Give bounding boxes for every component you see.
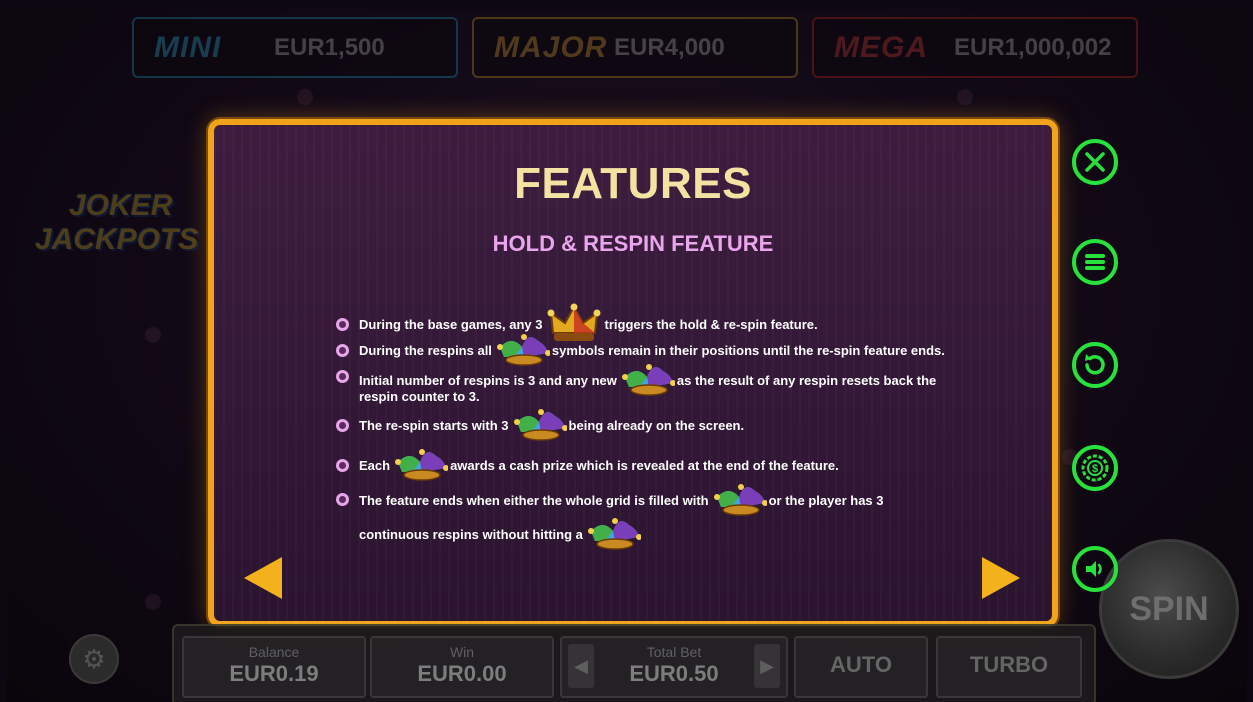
spin-button[interactable]: SPIN xyxy=(1099,539,1239,679)
win-panel: Win EUR0.00 xyxy=(370,636,554,698)
list-item: The re-spin starts with 3 being already … xyxy=(336,408,744,442)
bullet-text: triggers the hold & re-spin feature. xyxy=(604,316,818,332)
spin-label: SPIN xyxy=(1129,589,1209,628)
jester-hat-icon xyxy=(713,484,767,516)
bullet-text: symbols remain in their positions until … xyxy=(551,342,945,358)
total-bet-value: EUR0.50 xyxy=(629,661,719,686)
menu-icon xyxy=(1085,254,1105,270)
settings-button[interactable]: ⚙ xyxy=(69,634,119,684)
balance-panel: Balance EUR0.19 xyxy=(182,636,366,698)
bullet-text: or the player has 3 xyxy=(768,492,884,508)
bottom-bar: Balance EUR0.19 Win EUR0.00 ◀ Total Bet … xyxy=(172,624,1096,702)
bullet-text-block: Initial number of respins is 3 and any n… xyxy=(359,363,936,404)
list-item: Each awards a cash prize which is reveal… xyxy=(336,448,839,482)
jester-hat-icon xyxy=(513,409,567,441)
history-icon xyxy=(1085,354,1105,375)
chevron-left-icon: ◀ xyxy=(574,655,588,676)
auto-button[interactable]: AUTO xyxy=(794,636,928,698)
bullet-text: as the result of any respin resets back … xyxy=(676,372,937,388)
total-bet-label: Total Bet xyxy=(646,644,702,660)
bullet-text: The feature ends when either the whole g… xyxy=(359,492,709,508)
list-item: The feature ends when either the whole g… xyxy=(336,483,884,551)
jester-hat-icon xyxy=(395,449,449,481)
sound-button[interactable] xyxy=(1072,546,1118,592)
close-icon xyxy=(1085,152,1105,172)
turbo-button[interactable]: TURBO xyxy=(936,636,1082,698)
coin-button[interactable]: $ xyxy=(1072,445,1118,491)
history-button[interactable] xyxy=(1072,342,1118,388)
bullet-text: During the base games, any 3 xyxy=(359,316,543,332)
win-value: EUR0.00 xyxy=(417,661,507,686)
next-page-arrow[interactable] xyxy=(982,557,1020,599)
list-item: During the respins all symbols remain in… xyxy=(336,333,945,367)
bullet-text: The re-spin starts with 3 xyxy=(359,417,509,433)
game-stage: MINI EUR1,500 MAJOR EUR4,000 MEGA EUR1,0… xyxy=(7,9,1247,702)
bullet-text: Initial number of respins is 3 and any n… xyxy=(359,372,617,388)
bullet-text-block: The feature ends when either the whole g… xyxy=(359,483,884,551)
bullet-dot-icon xyxy=(336,343,349,357)
jester-hat-icon xyxy=(496,334,550,366)
increase-bet-button[interactable]: ▶ xyxy=(754,644,780,688)
features-dialog: FEATURES HOLD & RESPIN FEATURE During th… xyxy=(208,119,1058,627)
bullet-dot-icon xyxy=(336,370,349,383)
balance-label: Balance xyxy=(248,644,300,660)
previous-page-arrow[interactable] xyxy=(244,557,282,599)
bullet-text: awards a cash prize which is revealed at… xyxy=(450,457,839,473)
decrease-bet-button[interactable]: ◀ xyxy=(568,644,594,688)
sound-icon xyxy=(1086,561,1102,577)
list-item: Initial number of respins is 3 and any n… xyxy=(336,363,936,404)
turbo-label: TURBO xyxy=(969,652,1049,677)
coin-icon: $ xyxy=(1081,454,1109,482)
bullet-dot-icon xyxy=(336,317,349,331)
gear-icon: ⚙ xyxy=(82,643,106,674)
bullet-text: During the respins all xyxy=(359,342,492,358)
svg-text:$: $ xyxy=(1092,463,1098,475)
balance-value: EUR0.19 xyxy=(229,661,319,686)
dialog-title: FEATURES xyxy=(514,159,752,208)
bullet-text: Each xyxy=(359,457,391,473)
bullet-text: continuous respins without hitting a xyxy=(359,526,583,542)
bullet-text: being already on the screen. xyxy=(568,417,745,433)
close-button[interactable] xyxy=(1072,139,1118,185)
win-label: Win xyxy=(449,644,475,660)
bullet-dot-icon xyxy=(336,458,349,472)
bullet-dot-icon xyxy=(336,418,349,432)
chevron-right-icon: ▶ xyxy=(760,655,774,676)
jester-hat-icon xyxy=(621,364,675,396)
total-bet-panel: ◀ Total Bet EUR0.50 ▶ xyxy=(560,636,788,698)
auto-label: AUTO xyxy=(830,652,892,677)
bullet-dot-icon xyxy=(336,493,349,506)
dialog-subtitle: HOLD & RESPIN FEATURE xyxy=(492,231,774,256)
menu-button[interactable] xyxy=(1072,239,1118,285)
jester-hat-icon xyxy=(587,518,641,550)
